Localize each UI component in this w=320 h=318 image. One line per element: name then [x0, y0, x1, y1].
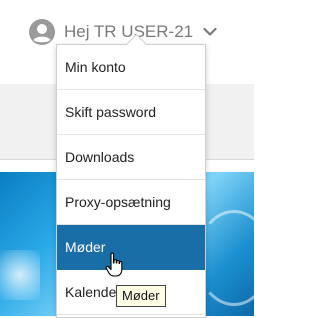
user-greeting: Hej TR USER-21: [64, 22, 194, 41]
tooltip: Møder: [116, 285, 166, 307]
user-circle-icon: [29, 19, 55, 45]
menu-item-skift-password[interactable]: Skift password: [57, 90, 205, 135]
menu-item-downloads[interactable]: Downloads: [57, 135, 205, 180]
hero-image-glow: [0, 250, 40, 300]
user-dropdown-menu: Min konto Skift password Downloads Proxy…: [56, 33, 206, 318]
menu-item-proxy-opsaetning[interactable]: Proxy-opsætning: [57, 180, 205, 225]
hand-pointer-cursor-icon: [105, 252, 123, 277]
menu-item-moeder[interactable]: Møder: [57, 225, 205, 270]
hero-image-swirl: [196, 210, 272, 306]
menu-item-min-konto[interactable]: Min konto: [57, 45, 205, 90]
chevron-down-icon: [203, 27, 217, 36]
